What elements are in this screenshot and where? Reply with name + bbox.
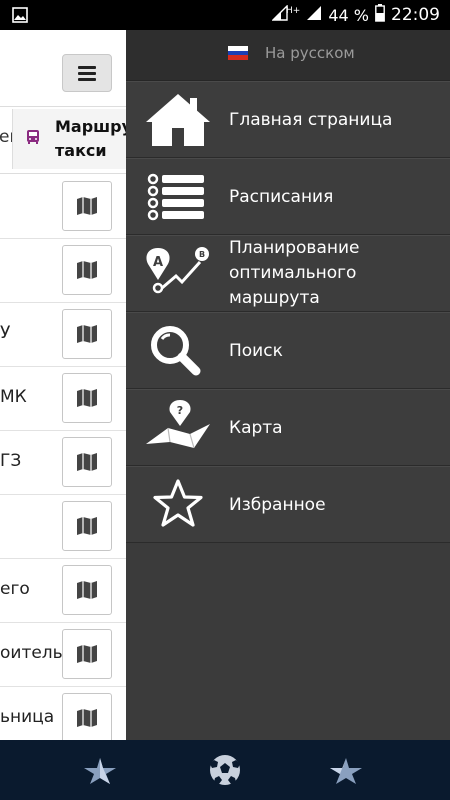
map-icon [77,197,97,215]
home-icon [142,90,214,150]
clock: 22:09 [391,5,440,25]
map-icon [77,325,97,343]
menu-item-label: Карта [229,418,283,438]
bus-icon [25,129,41,145]
signal-icon-2 [306,5,322,25]
battery-icon [375,4,385,26]
gallery-icon [12,7,28,27]
search-icon [142,321,214,381]
list-item[interactable]: оительн [0,622,126,687]
background-page: ей Маршрутные такси У МК ГЗ его оительн ьница [0,30,126,740]
map-icon [77,581,97,599]
menu-item-schedules[interactable]: Расписания [126,158,450,235]
list-item[interactable] [0,494,126,559]
map-button[interactable] [62,181,112,231]
map-button[interactable] [62,309,112,359]
hamburger-menu-button[interactable] [62,54,112,92]
tab-label: Маршрутные такси [55,117,126,160]
svg-text:?: ? [177,404,183,417]
network-type: H+ [286,6,301,16]
menu-item-route-planning[interactable]: A B Планирование оптимального маршрута [126,235,450,312]
menu-item-favorites[interactable]: Избранное [126,466,450,543]
battery-percent: 44 % [328,5,369,25]
schedule-list-icon [142,167,214,227]
route-name: У [0,323,11,343]
map-button[interactable] [62,437,112,487]
status-bar: H+ 44 % 22:09 [0,0,450,30]
russian-flag-icon [228,46,248,60]
map-icon [77,709,97,727]
svg-text:A: A [153,255,163,270]
bottom-navigation [0,740,450,800]
list-item[interactable] [0,238,126,303]
menu-item-search[interactable]: Поиск [126,312,450,389]
list-item[interactable]: МК [0,366,126,431]
menu-item-label: Расписания [229,187,334,207]
list-item[interactable]: его [0,558,126,623]
menu-item-label: Главная страница [229,110,393,130]
map-button[interactable] [62,693,112,740]
star-icon [142,475,214,535]
map-icon [77,645,97,663]
navigation-drawer: На русском Главная страница Расписания A… [126,30,450,740]
map-icon [77,389,97,407]
map-button[interactable] [62,629,112,679]
map-icon [77,261,97,279]
menu-item-label: Поиск [229,341,283,361]
map-icon [77,453,97,471]
map-button[interactable] [62,245,112,295]
tab-marshrutnye-taxi[interactable]: Маршрутные такси [12,109,126,169]
route-name: его [0,579,30,599]
ball-icon[interactable] [205,752,245,788]
list-item[interactable]: ГЗ [0,430,126,495]
route-planning-icon: A B [142,244,214,304]
map-button[interactable] [62,501,112,551]
map-button[interactable] [62,373,112,423]
list-item[interactable]: У [0,302,126,367]
menu-item-map[interactable]: ? Карта [126,389,450,466]
page-header [0,30,126,106]
svg-text:B: B [199,250,205,259]
list-item[interactable] [0,174,126,239]
map-icon [77,517,97,535]
tabs-row: ей Маршрутные такси [0,106,126,174]
map-button[interactable] [62,565,112,615]
menu-item-label: Избранное [229,495,326,515]
list-item[interactable]: ьница [0,686,126,740]
map-pin-icon: ? [142,398,214,458]
right-star-logo-icon[interactable] [326,752,366,788]
route-name: ГЗ [0,451,22,471]
left-star-logo-icon[interactable] [80,752,120,788]
route-name: ьница [0,707,55,727]
language-label: На русском [265,44,355,62]
language-switch[interactable]: На русском [126,30,450,81]
menu-item-home[interactable]: Главная страница [126,81,450,158]
route-name: МК [0,387,27,407]
menu-item-label: Планирование оптимального маршрута [229,238,360,308]
